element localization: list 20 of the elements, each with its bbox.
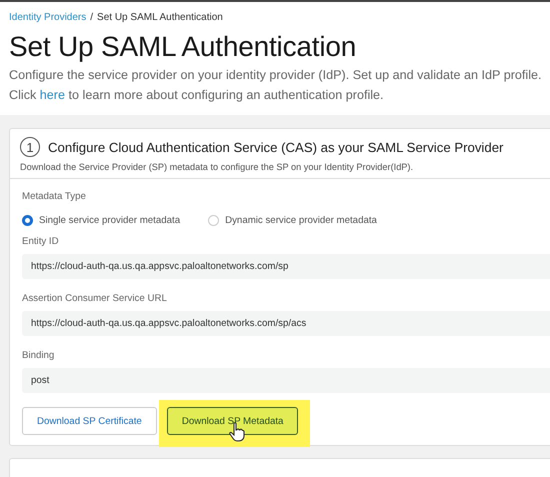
help-text: Click here to learn more about configuring an authentication profile. bbox=[9, 87, 385, 104]
step-subtitle: Download the Service Provider (SP) metadata to configure the SP on your Identity Provider(IdP). bbox=[20, 162, 414, 172]
download-button[interactable]: Download SP Certificate bbox=[22, 407, 157, 435]
radio-option[interactable]: Single service provider metadata bbox=[22, 215, 180, 226]
radio-option[interactable]: Dynamic service provider metadata bbox=[208, 215, 377, 226]
breadcrumb-link[interactable]: Identity Providers bbox=[9, 12, 86, 23]
step-number: 1 bbox=[20, 137, 40, 157]
text-field[interactable]: https://cloud-auth-qa.us.qa.appsvc.paloaltonetworks.com/sp bbox=[22, 254, 550, 279]
field-label: Assertion Consumer Service URL bbox=[22, 293, 168, 304]
breadcrumb-separator: / bbox=[90, 12, 94, 23]
text-field[interactable]: post bbox=[22, 368, 550, 393]
help-link[interactable]: here bbox=[40, 88, 66, 102]
breadcrumb-current: Set Up SAML Authentication bbox=[97, 12, 223, 23]
page-title: Set Up SAML Authentication bbox=[9, 31, 358, 63]
field-label: Entity ID bbox=[22, 236, 60, 247]
page-description: Configure the service provider on your identity provider (IdP). Set up and validate an IdP profile. bbox=[9, 67, 541, 84]
step-title: Configure Cloud Authentication Service (CAS) as your SAML Service Provider bbox=[48, 140, 504, 154]
text-field[interactable]: https://cloud-auth-qa.us.qa.appsvc.paloaltonetworks.com/sp/acs bbox=[22, 311, 550, 336]
field-label: Binding bbox=[22, 350, 56, 361]
field-label: Metadata Type bbox=[22, 191, 87, 202]
